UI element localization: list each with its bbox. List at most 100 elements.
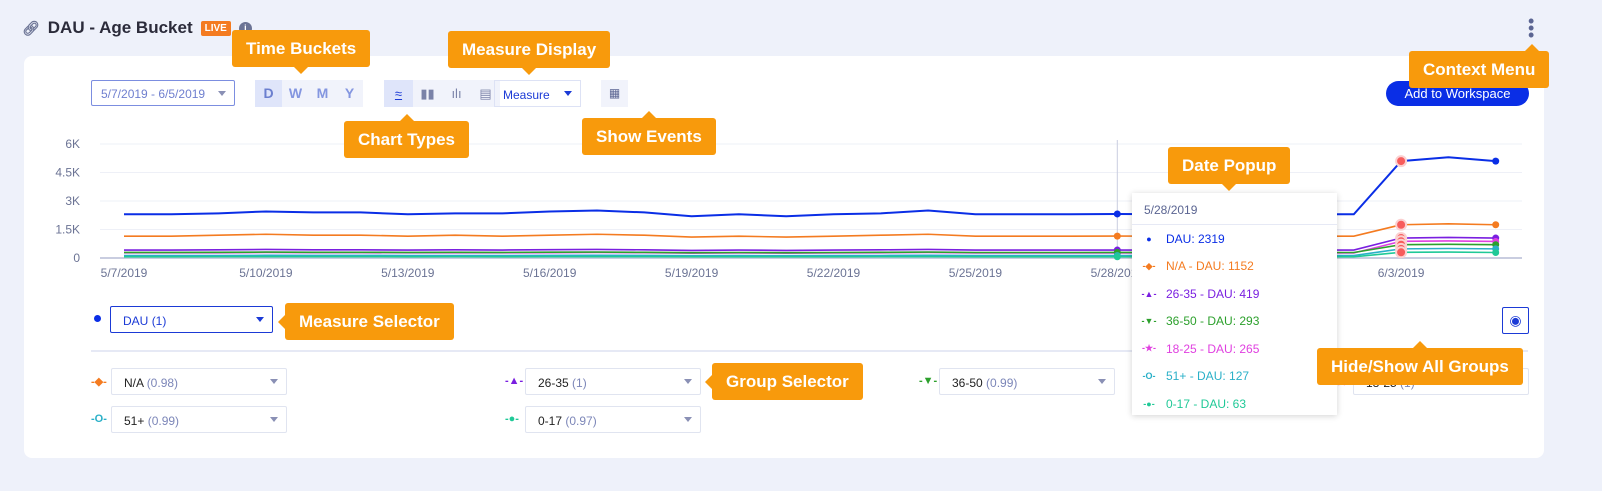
popup-value: 36-50 - DAU: 293 [1166,314,1260,329]
y-tick-label: 4.5K [55,166,80,180]
measure-display-value: Measure [503,88,550,102]
y-tick-label: 1.5K [55,223,80,237]
group-selector[interactable]: N/A (0.98) [111,368,287,395]
x-tick-label: 5/25/2019 [949,266,1003,280]
chart-type-group: ≈ ▮▮ ılı ▤ [384,80,500,107]
popup-date: 5/28/2019 [1132,193,1337,225]
chevron-down-icon [270,417,278,422]
chevron-down-icon [1098,379,1106,384]
group-weight: (0.98) [146,376,179,390]
data-point[interactable] [1492,221,1500,229]
measure-label: DAU [123,314,149,328]
chevron-down-icon [256,317,264,322]
data-point[interactable] [1113,210,1121,218]
group-weight: (0.99) [986,376,1018,390]
popup-row: -▼- 36-50 - DAU: 293 [1132,308,1337,336]
group-weight: (0.99) [147,414,180,428]
bucket-day[interactable]: D [255,80,282,107]
measure-display-select[interactable]: Measure [494,80,581,107]
x-tick-label: 5/10/2019 [239,266,293,280]
group-label: N/A [124,376,144,390]
x-tick-label: 5/22/2019 [807,266,861,280]
group-selector[interactable]: 26-35 (1) [525,368,701,395]
series-marker-icon: -◆- [1142,260,1156,271]
group-label: 26-35 [538,376,569,390]
series-marker-icon: ● [1146,233,1152,244]
event-marker[interactable] [1395,246,1408,259]
popup-value: 51+ - DAU: 127 [1166,369,1250,384]
x-tick-label: 5/7/2019 [101,266,148,280]
group-label: 0-17 [538,414,563,428]
data-point[interactable] [1492,248,1500,256]
group-marker-icon: -◆- [91,376,107,388]
x-tick-label: 5/13/2019 [381,266,435,280]
stacked-bar-chart-icon[interactable]: ılı [442,80,471,107]
y-tick-label: 3K [65,194,80,208]
popup-value: 26-35 - DAU: 419 [1166,286,1260,301]
series-marker-icon: -▼- [1141,316,1157,327]
event-marker[interactable] [1395,218,1408,231]
measure-weight: (1) [151,314,167,328]
callout-group-selector: Group Selector [705,363,863,400]
group-label: 51+ [124,414,145,428]
page-title: DAU - Age Bucket [47,18,193,37]
popup-value: 18-25 - DAU: 265 [1166,341,1260,356]
group-marker-icon: -▲- [505,375,524,387]
measure-selector[interactable]: DAU (1) [110,306,273,333]
data-point[interactable] [1113,232,1121,240]
y-tick-label: 6K [65,137,80,151]
callout-time-buckets: Time Buckets [232,30,371,74]
callout-chart-types: Chart Types [344,114,469,158]
chart-title-bar: 🔗︎ DAU - Age Bucket LIVE i [22,18,252,38]
series-marker-icon: -O- [1142,371,1156,382]
chevron-down-icon [218,91,226,96]
popup-row: -●- 0-17 - DAU: 63 [1132,390,1337,418]
x-tick-label: 6/3/2019 [1378,266,1425,280]
event-marker[interactable] [1395,155,1408,168]
bucket-year[interactable]: Y [336,80,363,107]
chevron-down-icon [564,91,572,96]
popup-value: N/A - DAU: 1152 [1166,259,1254,274]
link-icon[interactable]: 🔗︎ [22,20,40,37]
callout-date-popup: Date Popup [1168,147,1291,191]
x-tick-label: 5/19/2019 [665,266,719,280]
group-marker-icon: -●- [505,413,519,425]
live-badge: LIVE [200,20,231,36]
y-tick-label: 0 [73,251,80,265]
callout-context-menu: Context Menu [1409,44,1550,88]
chevron-down-icon [270,379,278,384]
context-menu-icon[interactable]: • • • [1528,12,1536,44]
popup-value: DAU: 2319 [1166,231,1225,246]
chevron-down-icon [684,379,692,384]
group-selector[interactable]: 36-50 (0.99) [939,368,1115,395]
series-marker-icon: -▲- [1141,288,1157,299]
popup-value: 0-17 - DAU: 63 [1166,396,1247,411]
measure-dot-icon [94,315,101,322]
callout-measure-selector: Measure Selector [278,303,454,340]
date-range-picker[interactable]: 5/7/2019 - 6/5/2019 [91,80,235,106]
group-marker-icon: -▼- [919,375,938,387]
line-chart-icon[interactable]: ≈ [384,80,413,107]
popup-row: -★- 18-25 - DAU: 265 [1132,335,1337,363]
bucket-month[interactable]: M [309,80,336,107]
chevron-down-icon [684,417,692,422]
series-marker-icon: -★- [1141,343,1157,354]
popup-row: -◆- N/A - DAU: 1152 [1132,253,1337,281]
data-point[interactable] [1113,253,1121,261]
group-selector[interactable]: 0-17 (0.97) [525,406,701,433]
bucket-week[interactable]: W [282,80,309,107]
callout-show-events: Show Events [582,111,716,155]
popup-row: -▲- 26-35 - DAU: 419 [1132,280,1337,308]
popup-row: ● DAU: 2319 [1132,225,1337,253]
bar-chart-icon[interactable]: ▮▮ [413,80,442,107]
group-weight: (1) [572,376,587,390]
group-selector[interactable]: 51+ (0.99) [111,406,287,433]
data-point[interactable] [1492,157,1500,165]
callout-measure-display: Measure Display [448,31,611,75]
group-label: 36-50 [952,376,983,390]
eye-icon[interactable]: ◉ [1502,307,1529,334]
group-weight: (0.97) [565,414,597,428]
date-popup: 5/28/2019 ● DAU: 2319 -◆- N/A - DAU: 1152 -▲… [1132,193,1337,415]
calendar-icon[interactable]: ▦ [601,80,628,107]
date-range-value: 5/7/2019 - 6/5/2019 [101,87,206,101]
